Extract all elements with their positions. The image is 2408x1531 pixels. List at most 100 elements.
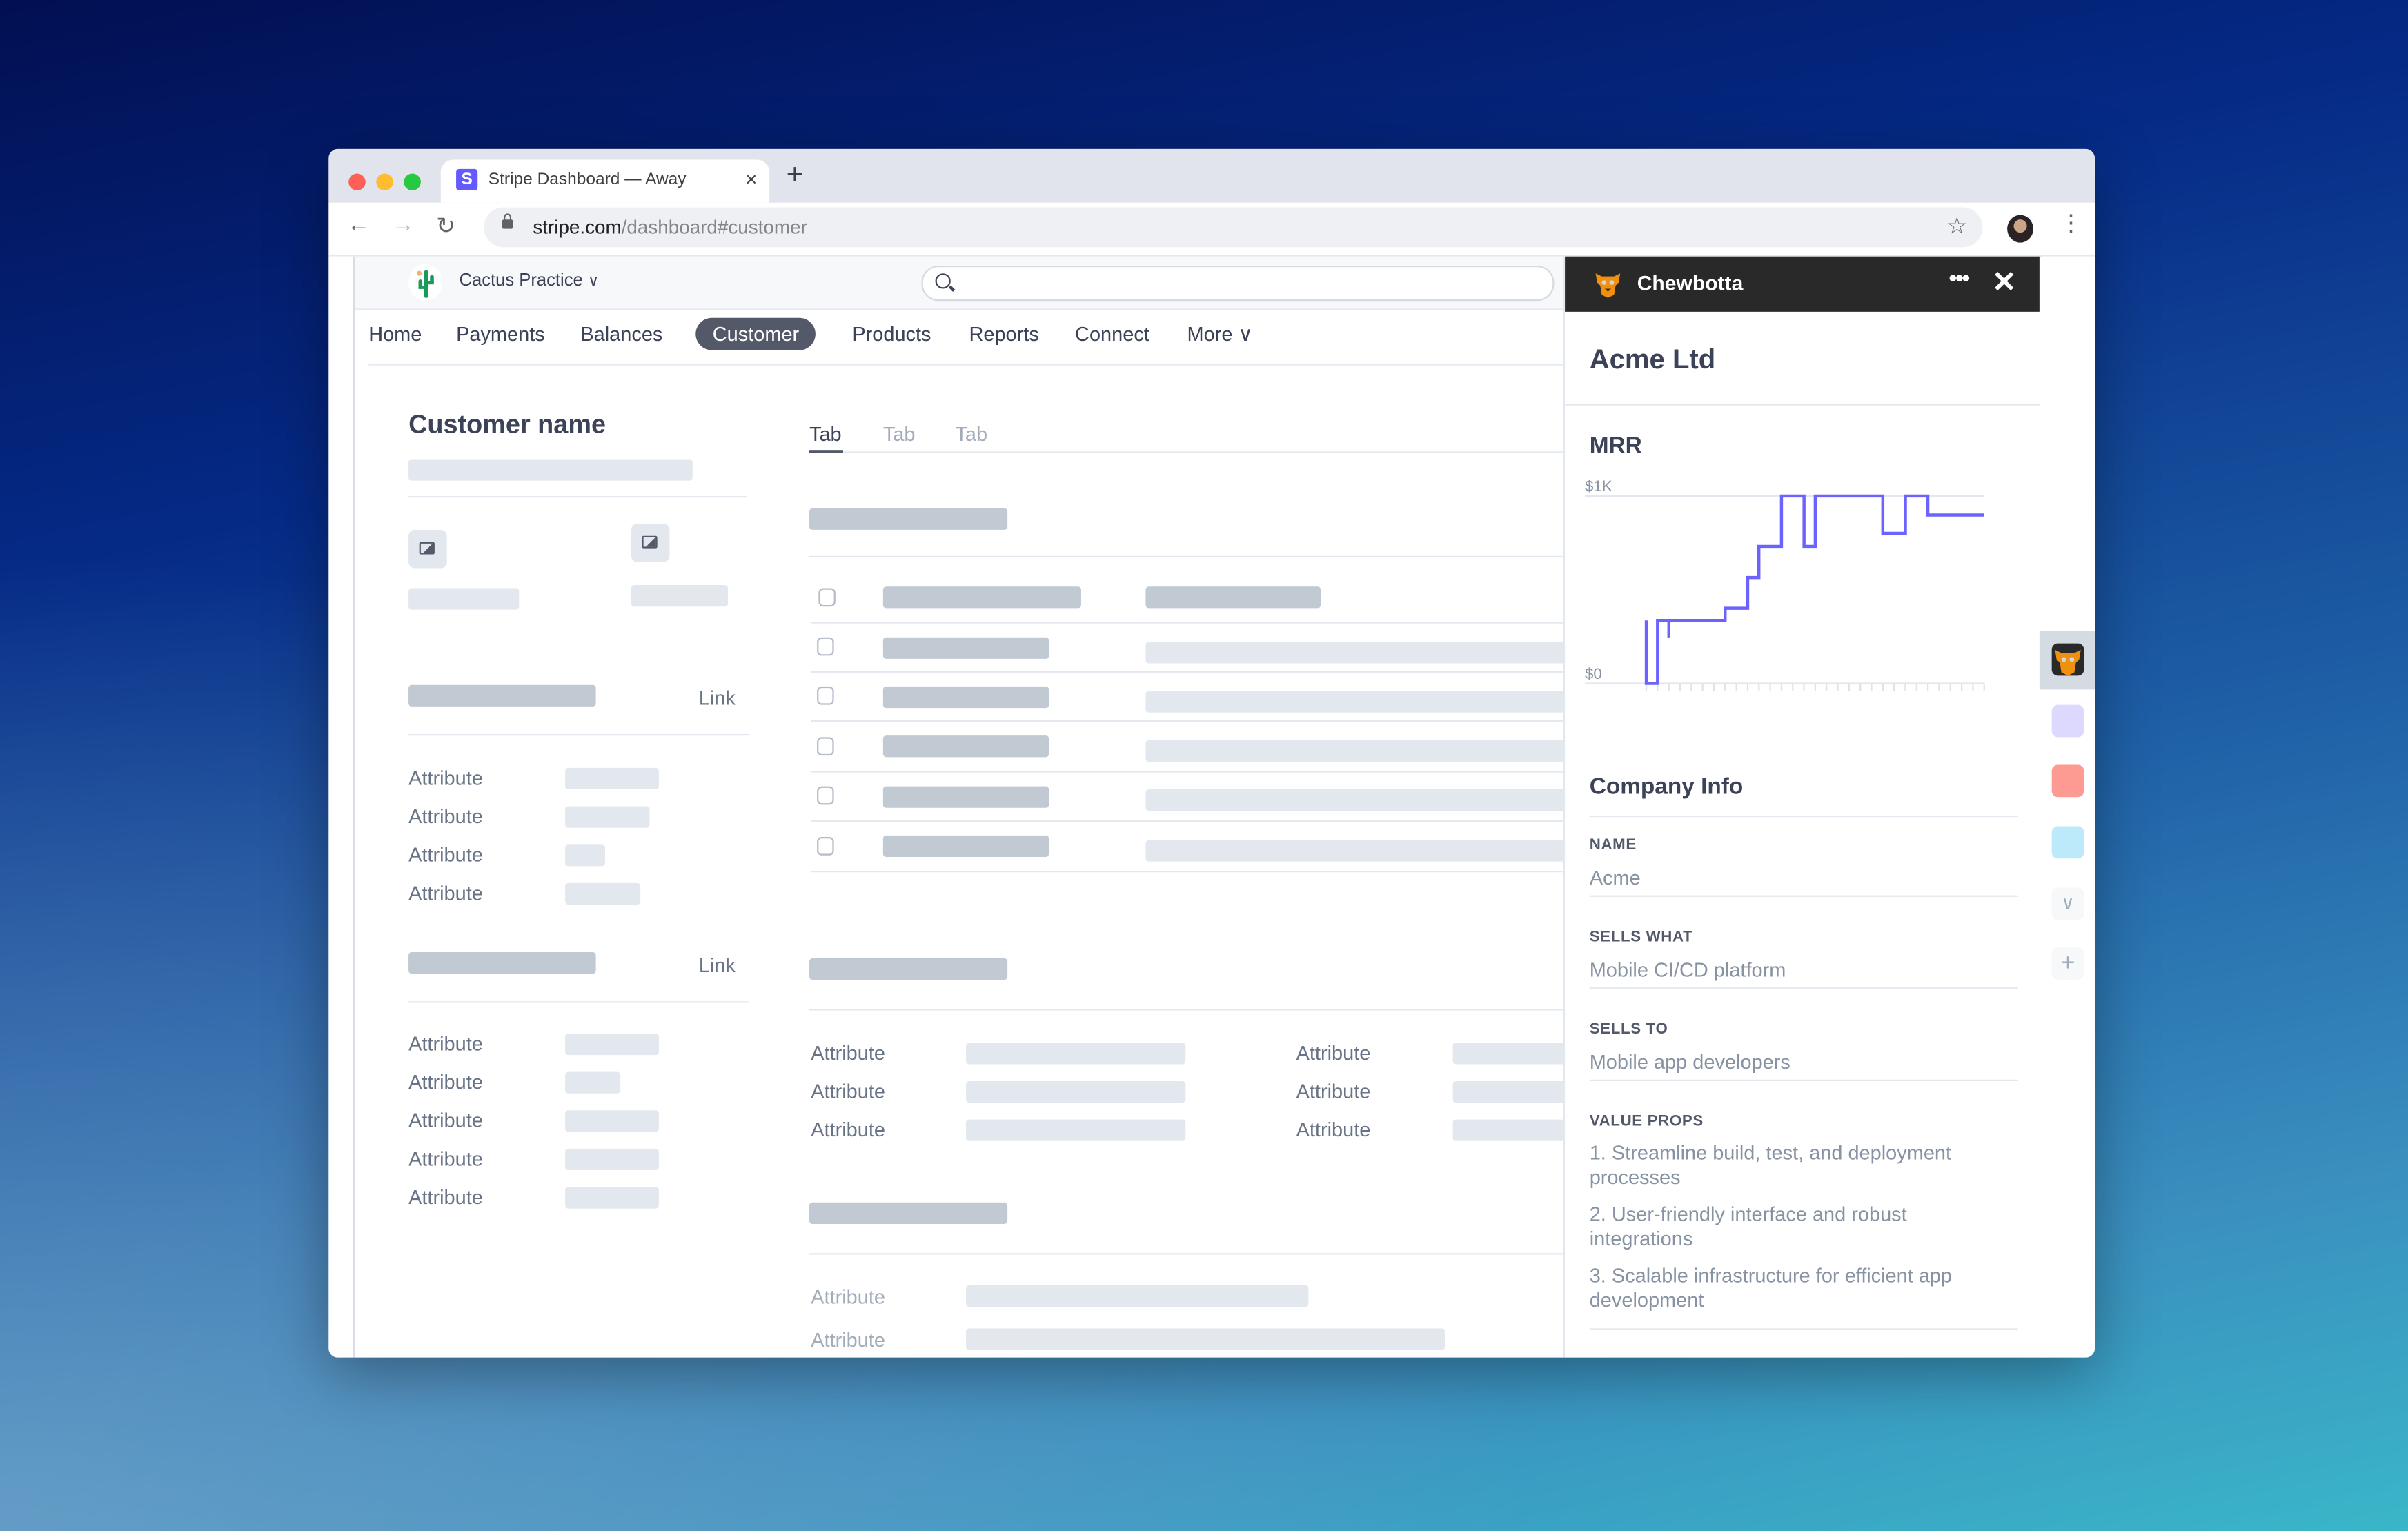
maximize-window-button[interactable] [404,173,421,190]
skeleton-bar [408,459,693,481]
rail-app-blue[interactable] [2051,826,2084,859]
select-all-checkbox[interactable] [818,588,836,607]
image-placeholder-icon [631,523,670,562]
divider [1589,1328,2018,1330]
reload-button[interactable]: ↻ [436,212,455,239]
skeleton-bar [1145,740,1566,762]
lock-icon [502,213,513,229]
attribute-label: Attribute [408,1147,483,1171]
browser-menu-icon[interactable]: ⋮ [2060,212,2082,235]
divider [1589,895,2018,897]
more-options-icon[interactable]: ••• [1949,266,1971,292]
section-link[interactable]: Link [699,687,736,709]
new-tab-button[interactable]: + [787,159,804,193]
nav-home[interactable]: Home [368,322,422,345]
close-drawer-icon[interactable]: ✕ [1992,266,2016,301]
skeleton-bar [565,1033,659,1056]
divider [1565,404,2042,406]
field-label-sells-what: SELLS WHAT [1589,929,1693,947]
attribute-label: Attribute [811,1118,885,1141]
skeleton-bar [882,735,1049,758]
row-checkbox[interactable] [817,837,834,856]
minimize-window-button[interactable] [376,173,393,190]
row-checkbox[interactable] [817,737,834,756]
profile-avatar[interactable] [2007,215,2033,243]
field-value-name[interactable]: Acme [1590,866,1989,891]
skeleton-heading [809,958,1008,980]
skeleton-bar [565,1148,659,1171]
skeleton-bar [565,882,641,905]
row-checkbox[interactable] [817,686,834,705]
attribute-label: Attribute [408,842,483,867]
desktop-background: S Stripe Dashboard — Away × + ← → ↻ stri… [0,0,2408,1531]
skeleton-bar [966,1119,1186,1141]
field-value-sells-what[interactable]: Mobile CI/CD platform [1590,958,1989,983]
attribute-label: Attribute [408,1109,483,1132]
field-value-sells-to[interactable]: Mobile app developers [1590,1050,1989,1075]
nav-customer[interactable]: Customer [695,317,816,350]
cactus-logo-icon [408,264,443,302]
forward-button[interactable]: → [392,212,415,238]
divider [1589,987,2018,989]
tab-strip: S Stripe Dashboard — Away × + [328,148,2095,203]
rail-app-chewbotta[interactable] [2051,643,2084,676]
tab-2[interactable]: Tab [883,422,916,445]
nav-payments[interactable]: Payments [456,322,545,345]
divider [408,733,750,736]
active-tab-indicator [809,450,843,453]
address-bar[interactable]: stripe.com/dashboard#customer ☆ [484,207,1983,248]
skeleton-heading [408,684,596,707]
section-link[interactable]: Link [699,954,736,976]
y-tick-label: $1K [1585,477,1612,495]
app-drawer-header: Chewbotta ••• ✕ [1565,256,2042,312]
nav-balances[interactable]: Balances [580,322,662,345]
skeleton-bar [966,1328,1445,1350]
skeleton-bar [1145,586,1321,609]
skeleton-bar [1452,1043,1566,1065]
search-icon [935,273,951,289]
attribute-label: Attribute [811,1041,885,1065]
skeleton-bar [1145,840,1566,862]
rail-app-purple[interactable] [2051,704,2084,738]
browser-tab[interactable]: S Stripe Dashboard — Away × [440,159,770,203]
app-name: Chewbotta [1637,271,1744,295]
back-button[interactable]: ← [347,212,370,238]
account-switcher[interactable]: Cactus Practice ∨ [460,272,600,290]
rail-add-app-icon[interactable]: + [2051,947,2084,980]
attribute-label: Attribute [408,1031,483,1056]
tab-3[interactable]: Tab [955,422,987,445]
nav-reports[interactable]: Reports [969,322,1038,345]
skeleton-bar [565,1071,621,1094]
attribute-label: Attribute [408,1185,483,1209]
divider [811,820,1566,822]
row-checkbox[interactable] [817,637,834,656]
account-name: Cactus Practice [459,271,583,290]
nav-more[interactable]: More ∨ [1187,322,1253,347]
field-label-sells-to: SELLS TO [1589,1021,1668,1038]
rail-app-red[interactable] [2051,764,2084,798]
value-prop-item: 3. Scalable infrastructure for efficient… [1589,1263,1953,1312]
skeleton-bar [966,1285,1309,1307]
nav-connect[interactable]: Connect [1075,322,1149,345]
chewbotta-logo-icon [1592,270,1624,298]
skeleton-bar [565,806,650,828]
divider [809,555,1566,557]
search-input[interactable] [921,266,1555,302]
rail-expand-chevron-icon[interactable]: ∨ [2051,887,2084,920]
nav-products[interactable]: Products [852,322,931,345]
bookmark-star-icon[interactable]: ☆ [1946,212,1967,239]
chevron-down-icon: ∨ [587,273,600,290]
skeleton-bar [966,1080,1186,1103]
main-nav: Home Payments Balances Customer Products… [355,310,1565,364]
app-drawer: Chewbotta ••• ✕ Acme Ltd MRR Company Inf… [1563,256,2043,1358]
attribute-label: Attribute [408,881,483,905]
skeleton-bar [1452,1080,1566,1103]
divider [842,451,1566,453]
row-checkbox[interactable] [817,786,834,805]
tab-1[interactable]: Tab [809,422,842,445]
tab-close-icon[interactable]: × [745,168,757,190]
value-prop-item: 2. User-friendly interface and robust in… [1589,1202,1907,1250]
skeleton-bar [1145,789,1566,811]
dashboard-topbar: Cactus Practice ∨ [355,256,1566,310]
close-window-button[interactable] [348,173,366,190]
